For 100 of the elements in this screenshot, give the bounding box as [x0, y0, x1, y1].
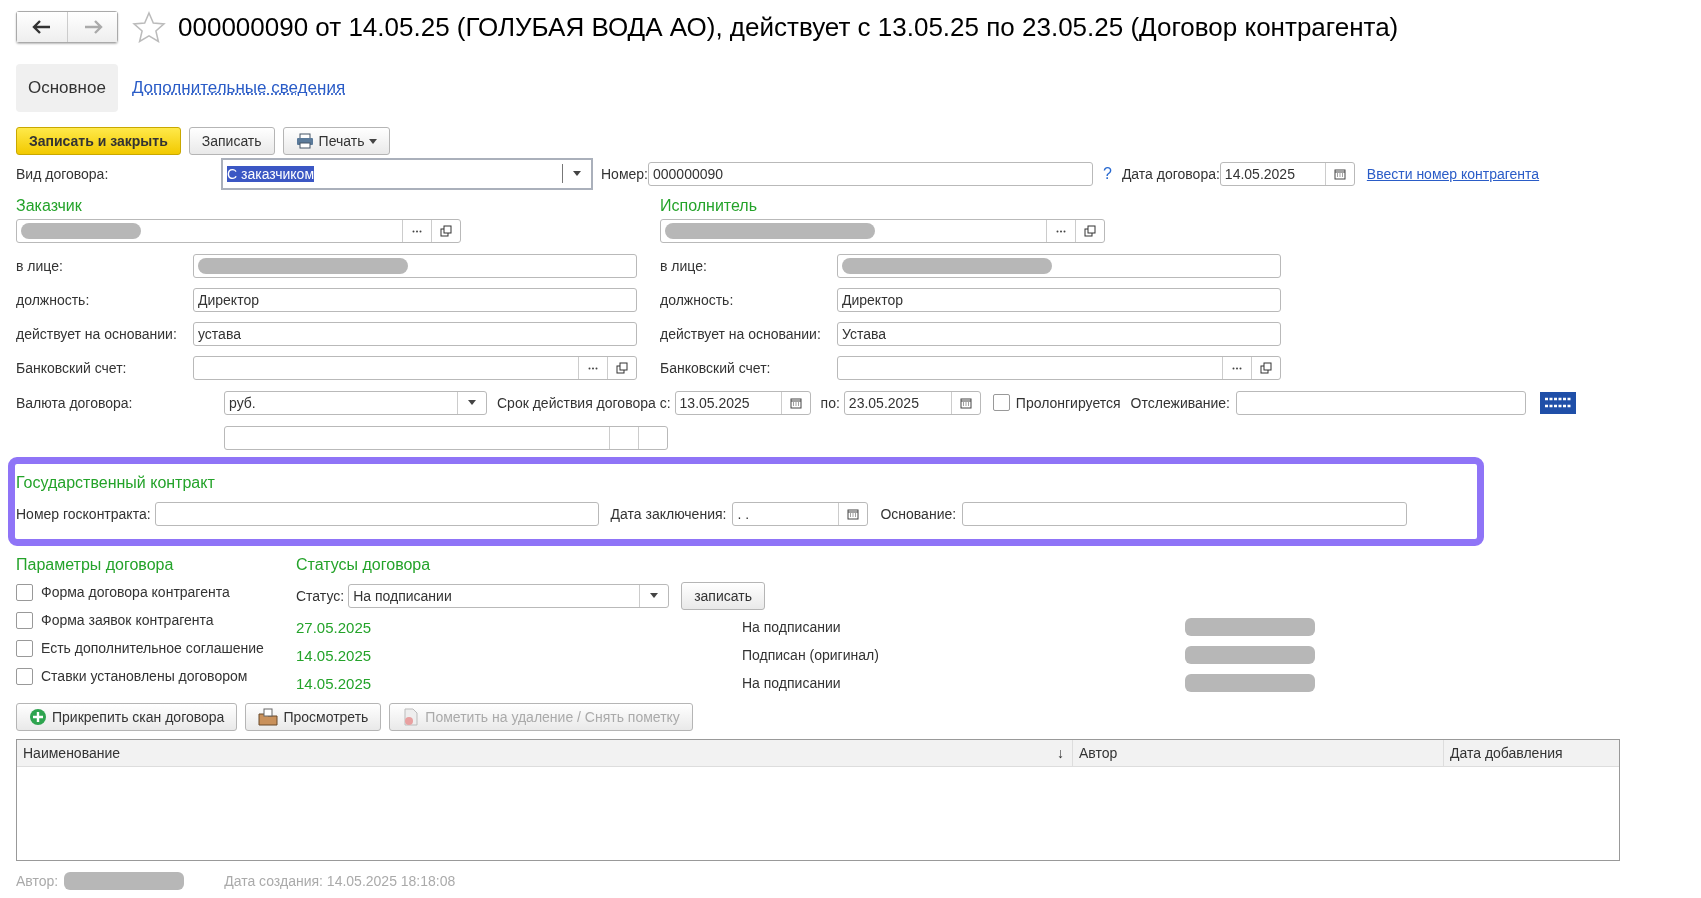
more-icon [412, 229, 422, 233]
basis-field[interactable] [962, 501, 1408, 526]
currency-select[interactable]: руб. [224, 390, 487, 415]
open-window-icon [440, 225, 452, 237]
forward-arrow-icon [82, 20, 103, 34]
checkbox-label: Есть дополнительное соглашение [41, 640, 264, 656]
field-label: Банковский счет: [660, 360, 772, 376]
bank-account-select[interactable] [193, 356, 637, 380]
save-and-close-button[interactable]: Записать и закрыть [16, 127, 181, 155]
status-name: На подписании [742, 619, 842, 635]
number-field[interactable]: 000000090 [648, 161, 1093, 186]
print-button[interactable]: Печать [282, 127, 391, 155]
document-delete-icon [402, 708, 421, 726]
text-field[interactable] [837, 254, 1281, 278]
status-name: Подписан (оригинал) [742, 647, 880, 663]
date-field[interactable]: 14.05.2025 [1219, 161, 1355, 186]
field-label: Отслеживание: [1130, 394, 1230, 411]
section-heading: Заказчик [16, 196, 83, 216]
enter-number-link[interactable]: Ввести номер контрагента [1366, 165, 1540, 182]
calendar-icon [789, 396, 802, 409]
text-field[interactable]: Директор [837, 288, 1281, 312]
field-label: Банковский счет: [16, 360, 128, 376]
party-select[interactable] [16, 219, 461, 243]
date-field[interactable]: 23.05.2025 [843, 390, 981, 415]
field-label: Статус: [296, 587, 345, 604]
more-icon [588, 366, 598, 370]
checkbox-label: Форма заявок контрагента [41, 612, 214, 628]
contract-type-select[interactable]: С заказчиком [221, 157, 593, 190]
tab[interactable]: Основное [16, 64, 118, 112]
more-icon [1232, 366, 1242, 370]
field-label: действует на основании: [660, 326, 822, 342]
field-label: Валюта договора: [16, 394, 134, 411]
checkbox[interactable] [16, 639, 33, 657]
field-label: Основание: [880, 505, 957, 522]
date-field[interactable]: . . [732, 501, 869, 526]
file-button[interactable]: Прикрепить скан договора [16, 703, 238, 731]
checkbox[interactable] [16, 583, 33, 601]
caret-icon [369, 138, 378, 144]
more-icon [1056, 229, 1066, 233]
field-label: должность: [660, 292, 735, 308]
contract-number-field[interactable] [154, 501, 599, 526]
open-window-icon [1084, 225, 1096, 237]
printer-icon [295, 133, 314, 149]
checkbox-label: Форма договора контрагента [41, 584, 230, 600]
window-title: 000000090 от 14.05.25 (ГОЛУБАЯ ВОДА АО), действует с 13.05.25 по 23.05.25 (Договор контрагента) [178, 11, 1399, 43]
field-label: Дата заключения: [610, 505, 727, 522]
save-status-button[interactable]: записать [681, 581, 765, 610]
select-field[interactable] [224, 425, 668, 450]
field-label: Вид договора: [16, 165, 110, 182]
field-label: действует на основании: [16, 326, 178, 342]
folder-icon [258, 708, 279, 726]
status-name: На подписании [742, 675, 842, 691]
save-button[interactable]: Записать [188, 127, 275, 155]
checkbox[interactable] [16, 611, 33, 629]
text-field[interactable]: Директор [193, 288, 637, 312]
plus-icon [29, 708, 47, 726]
status-date: 14.05.2025 [296, 646, 373, 664]
field-label: Номер: [601, 165, 648, 182]
checkbox[interactable] [992, 394, 1010, 411]
open-window-icon [1260, 362, 1272, 374]
help-link[interactable]: ? [1103, 164, 1112, 183]
calendar-icon [847, 507, 860, 520]
section-heading: Статусы договора [296, 555, 432, 575]
party-select[interactable] [660, 219, 1105, 243]
field-label: Дата договора: [1121, 165, 1220, 182]
star-icon[interactable] [132, 11, 166, 43]
section-heading: Параметры договора [16, 555, 175, 575]
column-header[interactable]: Дата добавления [1444, 740, 1619, 766]
date-field[interactable]: 13.05.2025 [674, 390, 811, 415]
post-logo-icon[interactable] [1540, 391, 1576, 414]
section-heading: Государственный контракт [16, 473, 216, 493]
section-heading: Исполнитель [660, 196, 758, 216]
column-header[interactable]: Автор [1073, 740, 1444, 766]
column-header[interactable]: Наименование ↓ [17, 740, 1073, 766]
checkbox-label: Пролонгируется [1015, 394, 1121, 411]
status-select[interactable]: На подписании [348, 583, 670, 608]
bank-account-select[interactable] [837, 356, 1281, 380]
text-field[interactable] [193, 254, 637, 278]
field-label: в лице: [660, 258, 708, 274]
text-field[interactable]: Устава [837, 322, 1281, 346]
field-label: должность: [16, 292, 91, 308]
file-button[interactable]: Просмотреть [245, 703, 382, 731]
text-field[interactable]: устава [193, 322, 637, 346]
calendar-icon [959, 396, 972, 409]
checkbox-label: Ставки установлены договором [41, 668, 248, 684]
dropdown-arrow-icon [573, 171, 581, 176]
tracking-field[interactable] [1236, 390, 1526, 415]
back-button[interactable] [17, 12, 67, 42]
author-label: Автор: [16, 873, 59, 889]
open-window-icon [616, 362, 628, 374]
checkbox[interactable] [16, 667, 33, 685]
dropdown-arrow-icon [650, 593, 659, 598]
tab[interactable]: Дополнительные сведения [119, 64, 358, 112]
status-date: 14.05.2025 [296, 674, 373, 692]
created-date: Дата создания: 14.05.2025 18:18:08 [224, 873, 456, 889]
dropdown-arrow-icon [468, 400, 476, 405]
field-label: в лице: [16, 258, 64, 274]
sort-arrow: ↓ [1057, 745, 1064, 761]
field-label: Срок действия договора с: [497, 394, 671, 411]
field-label: Номер госконтракта: [16, 505, 151, 522]
